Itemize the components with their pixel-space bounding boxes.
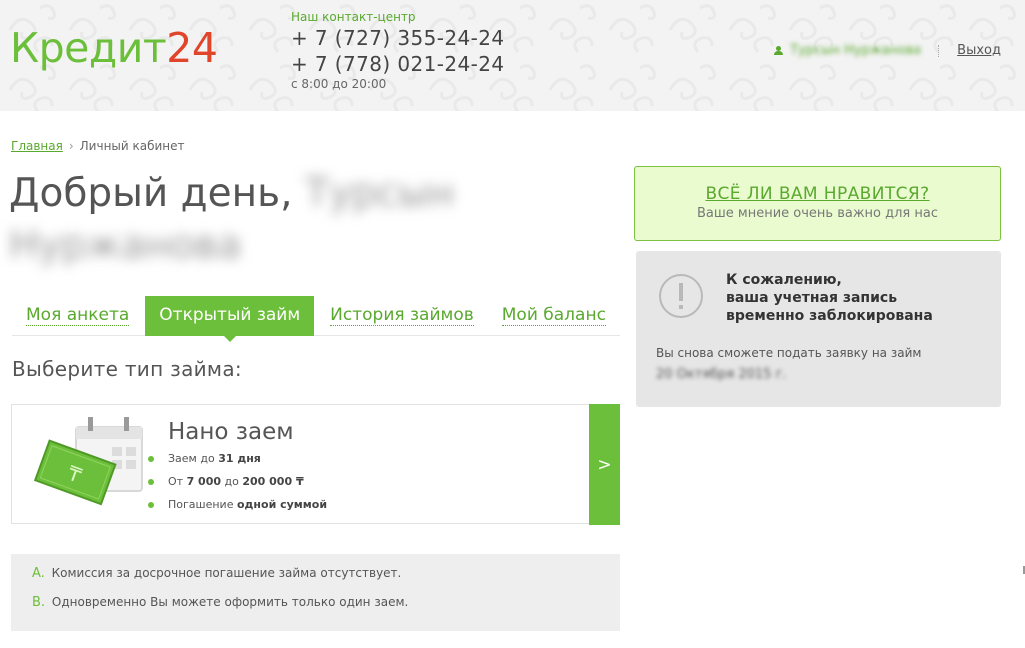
- loan-feature-amount: От 7 000 до 200 000 ₸: [148, 473, 327, 496]
- logo-number: 24: [166, 24, 218, 72]
- note-text: Одновременно Вы можете оформить только о…: [51, 595, 409, 609]
- tab-open-loan[interactable]: Открытый займ: [145, 296, 315, 342]
- tab-profile[interactable]: Моя анкета: [12, 296, 143, 336]
- tab-label: Открытый займ: [159, 305, 301, 325]
- blocked-line-3: временно заблокирована: [726, 308, 933, 324]
- blocked-line-1: К сожалению,: [726, 272, 842, 288]
- divider: [938, 44, 940, 57]
- amount-prefix: От: [168, 475, 187, 488]
- amount-to: 200 000 ₸: [242, 475, 304, 488]
- working-hours: с 8:00 до 20:00: [291, 77, 387, 91]
- user-icon: [774, 45, 784, 56]
- tab-label: Мой баланс: [501, 305, 606, 326]
- greeting-first-name: Турсын: [304, 171, 455, 216]
- greeting-last-name: Нуржанова: [9, 223, 242, 268]
- user-name-link[interactable]: Турсын Нуржанова: [790, 43, 920, 58]
- breadcrumb-home[interactable]: Главная: [11, 139, 63, 153]
- page-title: Добрый день, Турсын Нуржанова: [9, 168, 469, 272]
- section-title: Выберите тип займа:: [12, 357, 242, 381]
- note-item: B. Одновременно Вы можете оформить тольк…: [32, 595, 620, 624]
- loan-card-nano[interactable]: ₸ Нано заем Заем до 31 дня От 7 000 до 2…: [11, 404, 620, 525]
- loan-notes: A. Комиссия за досрочное погашение займа…: [11, 554, 620, 631]
- phone-secondary[interactable]: + 7 (778) 021-24-24: [291, 51, 504, 77]
- logout-link[interactable]: Выход: [957, 43, 1001, 58]
- site-header: Кредит24 Наш контакт-центр + 7 (727) 355…: [0, 0, 1025, 111]
- tab-balance[interactable]: Мой баланс: [488, 296, 620, 336]
- loan-title: Нано заем: [168, 419, 294, 445]
- amount-mid: до: [221, 475, 243, 488]
- blocked-until-date: 20 Октября 2015 г.: [656, 367, 787, 382]
- loan-illustration: ₸: [33, 417, 143, 506]
- feedback-title-link[interactable]: ВСЁ ЛИ ВАМ НРАВИТСЯ?: [635, 184, 1000, 204]
- loan-feature-term: Заем до 31 дня: [148, 450, 327, 473]
- account-blocked-notice: К сожалению, ваша учетная запись временн…: [636, 251, 1001, 407]
- contact-label: Наш контакт-центр: [291, 10, 416, 24]
- term-value: 31 дня: [218, 452, 261, 465]
- logo[interactable]: Кредит24: [10, 24, 218, 72]
- cabinet-tabs: Моя анкета Открытый займ История займов …: [12, 296, 620, 342]
- note-text: Комиссия за досрочное погашение займа от…: [51, 566, 402, 580]
- note-item: A. Комиссия за досрочное погашение займа…: [32, 566, 620, 595]
- loan-features: Заем до 31 дня От 7 000 до 200 000 ₸ Пог…: [148, 450, 327, 519]
- repay-prefix: Погашение: [168, 498, 237, 511]
- loan-feature-repayment: Погашение одной суммой: [148, 496, 327, 519]
- breadcrumb: Главная › Личный кабинет: [11, 139, 185, 153]
- tab-label: Моя анкета: [26, 305, 130, 326]
- chevron-right-icon: >: [597, 454, 612, 475]
- phone-primary[interactable]: + 7 (727) 355-24-24: [291, 25, 504, 51]
- greeting-text: Добрый день,: [9, 171, 293, 216]
- note-letter: A.: [32, 566, 45, 581]
- select-loan-button[interactable]: >: [589, 404, 620, 525]
- breadcrumb-current: Личный кабинет: [79, 139, 185, 153]
- amount-from: 7 000: [186, 475, 222, 488]
- warning-icon: [659, 274, 703, 318]
- feedback-banner[interactable]: ВСЁ ЛИ ВАМ НРАВИТСЯ? Ваше мнение очень в…: [634, 166, 1001, 241]
- term-prefix: Заем до: [168, 452, 219, 465]
- tab-label: История займов: [330, 305, 474, 326]
- user-box: Турсын Нуржанова Выход: [774, 43, 1001, 58]
- feedback-subtitle: Ваше мнение очень важно для нас: [696, 206, 938, 221]
- logo-text: Кредит: [10, 24, 167, 72]
- contact-center: Наш контакт-центр + 7 (727) 355-24-24 + …: [291, 10, 504, 91]
- repay-value: одной суммой: [236, 498, 328, 511]
- blocked-info: Вы снова сможете подать заявку на займ: [656, 346, 922, 360]
- breadcrumb-separator: ›: [68, 139, 74, 153]
- tab-loan-history[interactable]: История займов: [316, 296, 488, 336]
- blocked-line-2: ваша учетная запись: [726, 290, 898, 306]
- note-letter: B.: [32, 595, 46, 610]
- blocked-message: К сожалению, ваша учетная запись временн…: [726, 271, 933, 325]
